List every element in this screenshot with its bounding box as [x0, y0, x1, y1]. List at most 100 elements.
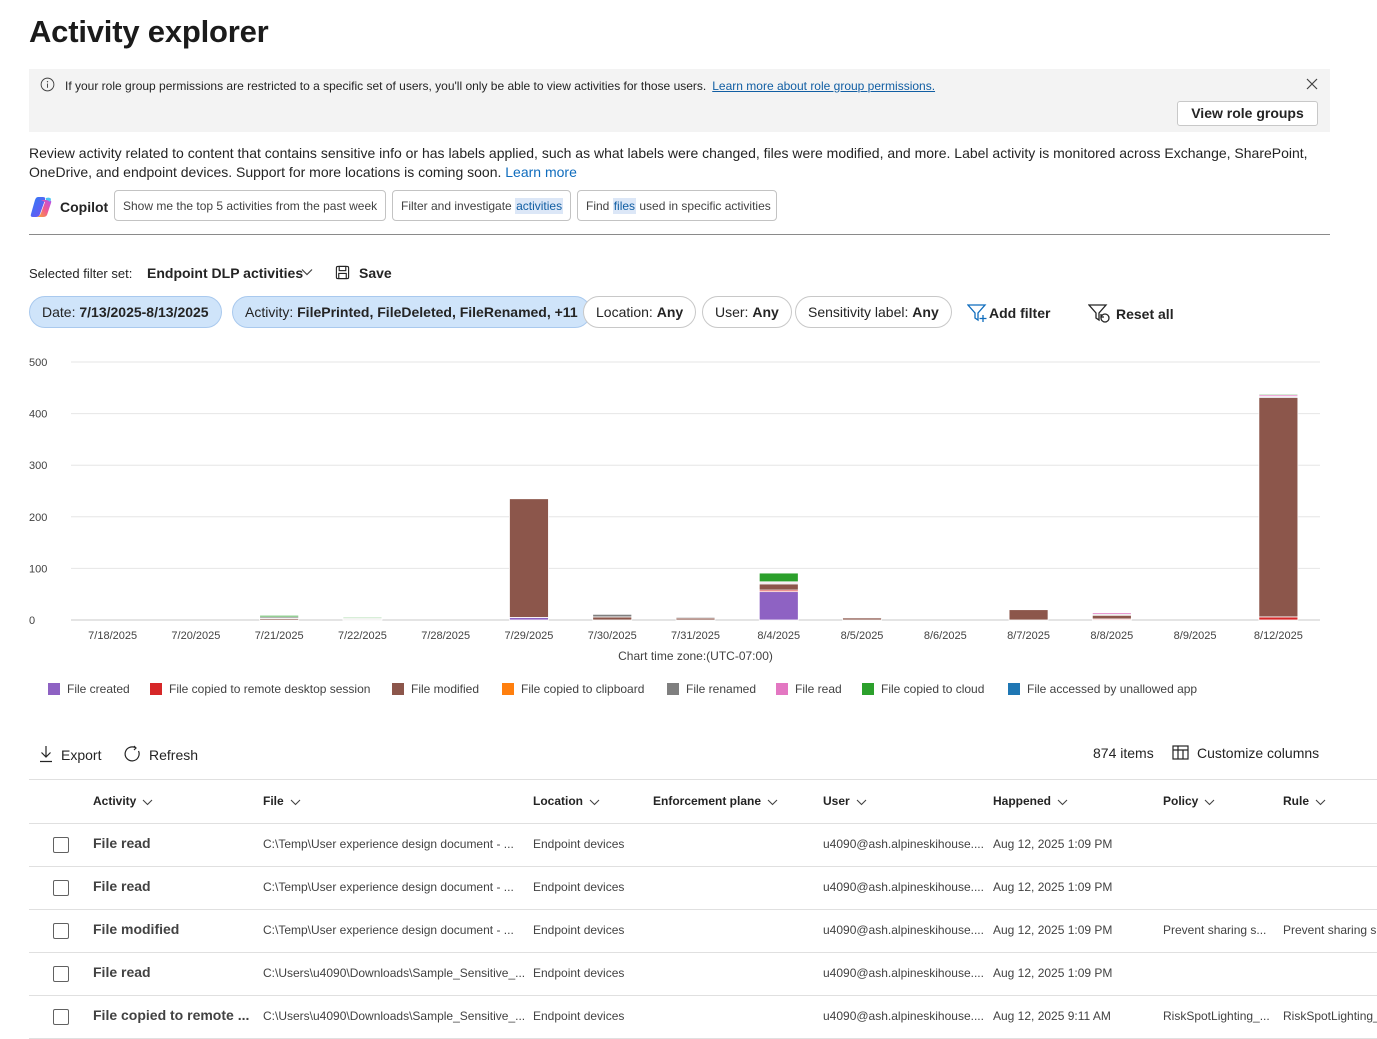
learn-more-link[interactable]: Learn more [505, 164, 577, 180]
table-header-border [29, 823, 1377, 824]
y-tick-label: 0 [29, 615, 35, 627]
bar-segment [592, 616, 633, 621]
copilot-prompt-filter-activities[interactable]: Filter and investigate activities [392, 190, 571, 221]
cell-user: u4090@ash.alpineskihouse.... [823, 966, 984, 980]
cell-user: u4090@ash.alpineskihouse.... [823, 880, 984, 894]
cell-activity[interactable]: File read [93, 964, 151, 980]
save-icon[interactable] [335, 265, 350, 280]
x-tick-label: 7/28/2025 [421, 630, 470, 642]
row-checkbox[interactable] [53, 837, 69, 853]
filter-chip-date[interactable]: Date: 7/13/2025-8/13/2025 [29, 296, 222, 328]
bar-segment [675, 616, 716, 619]
legend-item[interactable]: File accessed by unallowed app [1008, 682, 1197, 698]
cell-activity[interactable]: File modified [93, 921, 179, 937]
legend-item[interactable]: File created [48, 682, 130, 698]
legend-item[interactable]: File copied to remote desktop session [150, 682, 370, 698]
customize-columns-icon [1172, 745, 1189, 760]
column-header[interactable]: Rule [1283, 794, 1326, 808]
filter-chip-location[interactable]: Location: Any [583, 296, 697, 328]
chip-value: FilePrinted, FileDeleted, FileRenamed, +… [297, 304, 578, 320]
filter-chip-activity[interactable]: Activity: FilePrinted, FileDeleted, File… [232, 296, 591, 328]
column-header[interactable]: Activity [93, 794, 153, 808]
y-tick-label: 300 [29, 460, 47, 472]
cell-location: Endpoint devices [533, 1009, 625, 1023]
chip-key: Activity: [245, 304, 294, 320]
close-icon[interactable] [1306, 78, 1318, 90]
x-tick-label: 8/8/2025 [1090, 630, 1133, 642]
copilot-prompt-top-activities[interactable]: Show me the top 5 activities from the pa… [114, 190, 386, 221]
cell-file: C:\Temp\User experience design document … [263, 837, 514, 851]
legend-swatch [862, 683, 874, 695]
legend-swatch [150, 683, 162, 695]
banner-message: If your role group permissions are restr… [65, 79, 935, 93]
save-button[interactable]: Save [359, 265, 392, 281]
role-group-permissions-link[interactable]: Learn more about role group permissions. [712, 79, 935, 93]
row-checkbox[interactable] [53, 966, 69, 982]
export-button[interactable]: Export [39, 745, 101, 763]
column-header[interactable]: User [823, 794, 867, 808]
cell-happened: Aug 12, 2025 1:09 PM [993, 837, 1113, 851]
bar-segment [592, 613, 633, 618]
add-filter-button[interactable]: Add filter [966, 303, 1051, 323]
prompt-text-end: used in specific activities [636, 199, 771, 213]
filter-chip-sensitivity-label[interactable]: Sensitivity label: Any [795, 296, 952, 328]
filter-set-dropdown[interactable]: Endpoint DLP activities [147, 265, 303, 281]
column-header[interactable]: File [263, 794, 301, 808]
cell-activity[interactable]: File read [93, 878, 151, 894]
cell-policy: Prevent sharing s... [1163, 923, 1267, 937]
prompt-text: Filter and investigate [401, 199, 516, 213]
legend-item[interactable]: File copied to cloud [862, 682, 984, 698]
export-label: Export [61, 747, 102, 763]
cell-user: u4090@ash.alpineskihouse.... [823, 837, 984, 851]
bar-segment [758, 583, 799, 591]
chevron-down-icon [1057, 799, 1068, 806]
legend-label: File renamed [686, 682, 757, 696]
refresh-button[interactable]: Refresh [124, 745, 198, 763]
cell-location: Endpoint devices [533, 966, 625, 980]
cell-activity[interactable]: File copied to remote ... [93, 1007, 249, 1023]
legend-swatch [667, 683, 679, 695]
legend-item[interactable]: File copied to clipboard [502, 682, 644, 698]
column-header[interactable]: Policy [1163, 794, 1215, 808]
x-tick-label: 7/21/2025 [255, 630, 304, 642]
legend-item[interactable]: File renamed [667, 682, 756, 698]
view-role-groups-button[interactable]: View role groups [1177, 101, 1318, 126]
filter-chip-user[interactable]: User: Any [702, 296, 792, 328]
row-checkbox[interactable] [53, 880, 69, 896]
legend-item[interactable]: File modified [392, 682, 479, 698]
cell-activity[interactable]: File read [93, 835, 151, 851]
customize-columns-button[interactable]: Customize columns [1172, 745, 1319, 761]
bar-segment [1258, 397, 1299, 618]
reset-all-button[interactable]: Reset all [1087, 303, 1174, 325]
row-divider [29, 909, 1377, 910]
prompt-text: Show me the top 5 activities from the pa… [123, 199, 378, 213]
reset-all-label: Reset all [1116, 306, 1174, 322]
description-text: Review activity related to content that … [29, 145, 1308, 180]
prompt-text: Find [586, 199, 613, 213]
cell-rule: Prevent sharing s... [1283, 923, 1377, 937]
add-filter-label: Add filter [989, 305, 1051, 321]
cell-rule: RiskSpotLighting_... [1283, 1009, 1377, 1023]
cell-policy: RiskSpotLighting_... [1163, 1009, 1270, 1023]
column-header[interactable]: Location [533, 794, 600, 808]
column-header-label: Policy [1163, 794, 1199, 808]
chip-value: Any [912, 304, 939, 320]
cell-file: C:\Temp\User experience design document … [263, 923, 514, 937]
legend-swatch [392, 683, 404, 695]
column-header-label: File [263, 794, 284, 808]
legend-item[interactable]: File read [776, 682, 842, 698]
row-checkbox[interactable] [53, 1009, 69, 1025]
bar-segment [509, 498, 549, 618]
column-header[interactable]: Enforcement plane [653, 794, 778, 808]
x-tick-label: 7/30/2025 [588, 630, 637, 642]
row-divider [29, 995, 1377, 996]
column-header[interactable]: Happened [993, 794, 1068, 808]
copilot-prompt-find-files[interactable]: Find files used in specific activities [577, 190, 777, 221]
bar-segment [1258, 393, 1299, 396]
filter-set-label: Selected filter set: [29, 266, 133, 281]
x-tick-label: 8/12/2025 [1254, 630, 1303, 642]
bar-segment [758, 591, 799, 621]
reset-filter-icon [1087, 304, 1110, 323]
chevron-down-icon[interactable] [301, 268, 313, 276]
row-checkbox[interactable] [53, 923, 69, 939]
